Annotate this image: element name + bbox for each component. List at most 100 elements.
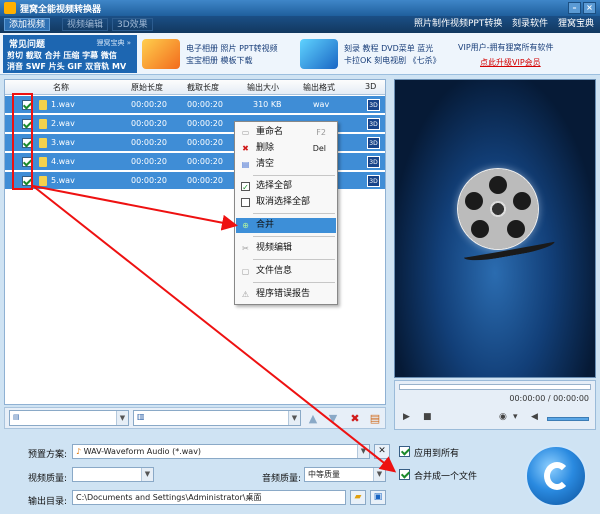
- merge-one-file-label: 合并成一个文件: [414, 472, 478, 482]
- promo-1-line-1[interactable]: 电子相册 照片 PPT转视频: [186, 43, 278, 54]
- row-orig: 00:00:20: [131, 100, 167, 109]
- burn-software-link[interactable]: 刻录软件: [512, 18, 548, 31]
- menu-shortcut: F2: [316, 128, 326, 137]
- menu-item-select-all[interactable]: ✓ 选择全部: [236, 179, 336, 194]
- row-name: 3.wav: [51, 138, 75, 147]
- col-output-format[interactable]: 输出格式: [303, 82, 335, 93]
- col-orig-length[interactable]: 原始长度: [131, 82, 163, 93]
- audio-quality-select[interactable]: 中等质量 ▼: [304, 467, 386, 482]
- menu-item-merge[interactable]: ⊕ 合并: [236, 218, 336, 233]
- preset-select[interactable]: ♪ WAV-Waveform Audio (*.wav) ▼: [72, 444, 370, 459]
- app-icon: [4, 2, 16, 14]
- col-output-size[interactable]: 输出大小: [247, 82, 279, 93]
- apply-all-checkbox[interactable]: [399, 446, 410, 457]
- menu-item-clear[interactable]: ▤ 清空: [236, 157, 336, 172]
- row-cut: 00:00:20: [187, 157, 223, 166]
- menu-separator: [253, 213, 335, 214]
- col-cut-length[interactable]: 截取长度: [187, 82, 219, 93]
- col-name[interactable]: 名称: [53, 82, 69, 93]
- subtitle-select[interactable]: ▤ ▼: [9, 410, 129, 426]
- add-video-button[interactable]: 添加视频: [4, 18, 51, 31]
- menu-label: 合并: [256, 220, 275, 230]
- menu-item-rename[interactable]: ▭ 重命名 F2: [236, 125, 336, 140]
- convert-icon: [544, 462, 570, 490]
- row-name: 2.wav: [51, 119, 75, 128]
- subtitle-icon: ▤: [13, 413, 20, 421]
- ppt-convert-link[interactable]: PPT转换: [468, 18, 502, 31]
- menu-label: 程序错误报告: [256, 289, 311, 299]
- audio-file-icon: [39, 138, 47, 148]
- row-orig: 00:00:20: [131, 138, 167, 147]
- 3d-badge-icon[interactable]: 3D: [367, 99, 380, 111]
- move-up-icon[interactable]: ▲: [305, 411, 321, 427]
- menu-item-file-info[interactable]: ▢ 文件信息: [236, 264, 336, 279]
- open-output-folder-icon[interactable]: ▣: [370, 490, 386, 505]
- photo-album-icon[interactable]: [142, 39, 180, 69]
- faq-brand[interactable]: 狸窝宝典 »: [96, 38, 131, 48]
- audio-track-icon: ▥: [137, 412, 145, 421]
- list-toolbar: ▤ ▼ ▥ ▼ ▲ ▼ ✖ ▤: [4, 407, 386, 429]
- 3d-effect-button[interactable]: 3D效果: [112, 18, 153, 31]
- menu-item-error-report[interactable]: ⚠ 程序错误报告: [236, 287, 336, 302]
- volume-slider[interactable]: [547, 417, 589, 421]
- menu-label: 视频编辑: [256, 243, 293, 253]
- folder-open-icon[interactable]: ▰: [350, 490, 366, 505]
- menu-item-delete[interactable]: ✖ 删除 Del: [236, 141, 336, 156]
- volume-icon[interactable]: ◀: [531, 412, 538, 422]
- close-icon[interactable]: ×: [583, 2, 596, 14]
- 3d-badge-icon[interactable]: 3D: [367, 137, 380, 149]
- snapshot-icon[interactable]: ◉: [499, 412, 507, 422]
- 3d-badge-icon[interactable]: 3D: [367, 175, 380, 187]
- settings-tools-icon[interactable]: ✕: [374, 444, 390, 459]
- move-down-icon[interactable]: ▼: [325, 411, 341, 427]
- row-name: 5.wav: [51, 176, 75, 185]
- faq-line-2[interactable]: 消音 SWF 片头 GIF 双音轨 MV: [7, 61, 126, 72]
- table-row[interactable]: 1.wav 00:00:20 00:00:20 310 KB wav 3D: [5, 96, 385, 114]
- menu-item-deselect-all[interactable]: 取消选择全部: [236, 195, 336, 210]
- dvd-burn-icon[interactable]: [300, 39, 338, 69]
- photo-video-link[interactable]: 照片制作视频: [414, 18, 468, 31]
- chevron-down-icon: ▼: [116, 411, 128, 425]
- liwo-guide-link[interactable]: 狸窝宝典: [558, 18, 594, 31]
- empty-checkbox-icon: [241, 198, 250, 207]
- audio-quality-label: 音频质量:: [262, 474, 302, 484]
- menu-bar: 添加视频 视频编辑 3D效果 照片制作视频 PPT转换 刻录软件 狸窝宝典: [0, 16, 600, 33]
- video-quality-select[interactable]: ▼: [72, 467, 154, 482]
- output-dir-field[interactable]: C:\Documents and Settings\Administrator\…: [72, 490, 346, 505]
- play-icon[interactable]: ▶: [403, 412, 410, 422]
- menu-shortcut: Del: [312, 144, 326, 153]
- seek-bar[interactable]: [399, 384, 591, 390]
- row-name: 1.wav: [51, 100, 75, 109]
- promo-2-line-1[interactable]: 刻录 教程 DVD菜单 蓝光: [344, 43, 433, 54]
- col-3d[interactable]: 3D: [365, 82, 376, 91]
- vip-upgrade-link[interactable]: 点此升级VIP会员: [480, 57, 541, 68]
- 3d-badge-icon[interactable]: 3D: [367, 118, 380, 130]
- audio-track-select[interactable]: ▥ ▼: [133, 410, 301, 426]
- chevron-down-icon: ▼: [373, 468, 385, 481]
- time-display: 00:00:00 / 00:00:00: [509, 394, 589, 403]
- faq-line-1[interactable]: 剪切 截取 合并 压缩 字幕 微信: [7, 50, 117, 61]
- audio-file-icon: [39, 100, 47, 110]
- video-quality-label: 视频质量:: [28, 474, 68, 484]
- menu-item-video-edit[interactable]: ✂ 视频编辑: [236, 241, 336, 256]
- chevron-down-icon[interactable]: ▾: [513, 412, 518, 422]
- delete-icon[interactable]: ✖: [347, 411, 363, 427]
- info-icon: ▢: [241, 267, 250, 276]
- minimize-icon[interactable]: –: [568, 2, 581, 14]
- stop-icon[interactable]: ■: [423, 412, 432, 422]
- faq-box[interactable]: 常见问题 狸窝宝典 » 剪切 截取 合并 压缩 字幕 微信 消音 SWF 片头 …: [3, 35, 137, 73]
- clear-list-icon[interactable]: ▤: [367, 411, 383, 427]
- menu-label: 清空: [256, 159, 275, 169]
- clear-list-icon: ▤: [241, 160, 250, 169]
- promo-1-line-2[interactable]: 宝宝相册 模板下载: [186, 55, 253, 66]
- row-orig: 00:00:20: [131, 176, 167, 185]
- menu-separator: [253, 259, 335, 260]
- window-controls: – ×: [568, 2, 596, 14]
- video-edit-button[interactable]: 视频编辑: [62, 18, 109, 31]
- promo-2-line-2[interactable]: 卡拉OK 刻电视剧 《七杀》: [344, 55, 441, 66]
- apply-all-label: 应用到所有: [414, 449, 460, 459]
- audio-file-icon: [39, 119, 47, 129]
- merge-one-file-checkbox[interactable]: [399, 469, 410, 480]
- convert-button[interactable]: [525, 445, 587, 507]
- 3d-badge-icon[interactable]: 3D: [367, 156, 380, 168]
